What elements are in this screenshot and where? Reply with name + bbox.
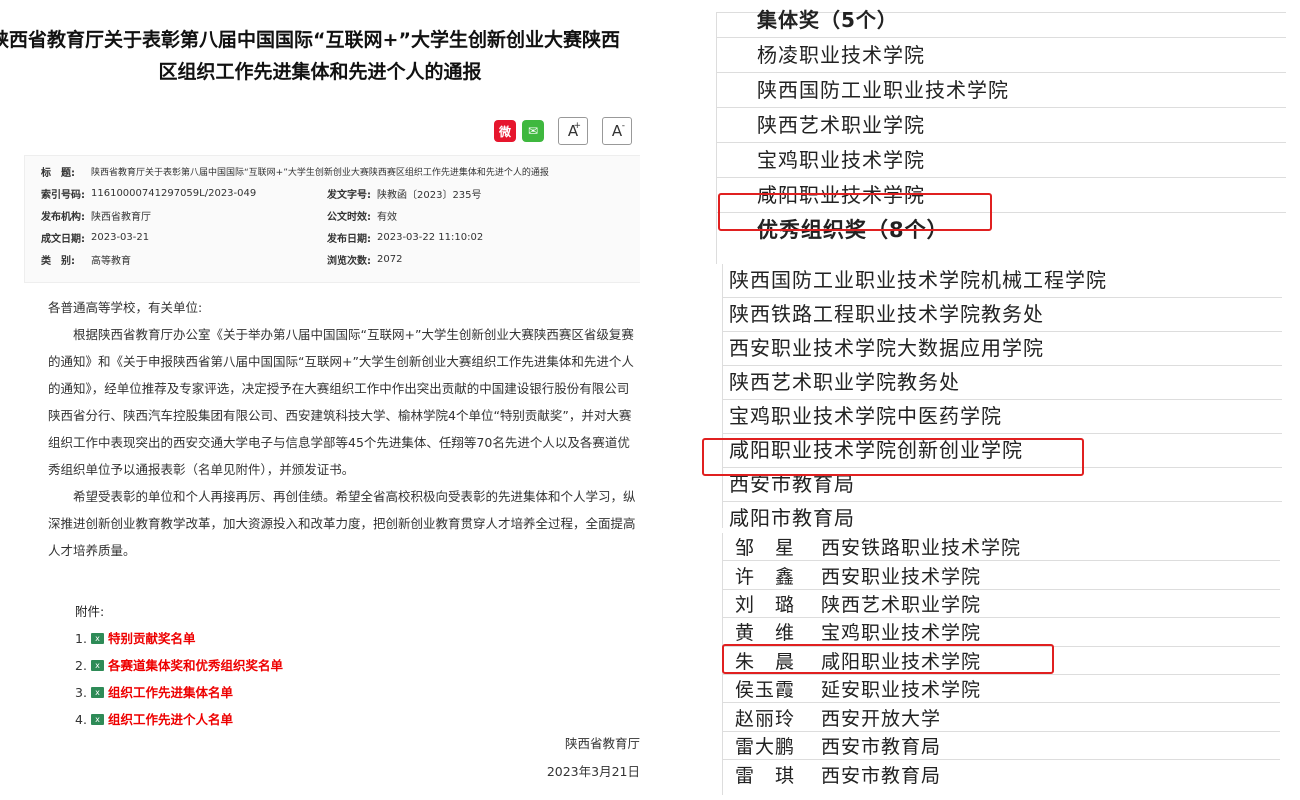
org-award-table: 陕西国防工业职业技术学院机械工程学院 陕西铁路工程职业技术学院教务处 西安职业技… <box>722 264 1282 528</box>
title-line-2: 区组织工作先进集体和先进个人的通报 <box>158 61 482 83</box>
meta-index-label: 索引号码: <box>41 189 85 201</box>
meta-date-label: 成文日期: <box>41 233 85 245</box>
attachments-label: 附件: <box>75 604 105 619</box>
attachment-item[interactable]: 4. x 组织工作先进个人名单 <box>75 706 283 733</box>
group-award-table: 集体奖（5个） 杨凌职业技术学院 陕西国防工业职业技术学院 陕西艺术职业学院 宝… <box>716 8 1286 264</box>
attachment-link[interactable]: 特别贡献奖名单 <box>108 625 196 652</box>
meta-cat-label: 类 别: <box>41 255 75 267</box>
meta-status-value: 有效 <box>377 211 397 223</box>
meta-org-value: 陕西省教育厅 <box>91 211 151 223</box>
table-row: 杨凌职业技术学院 <box>717 38 1286 73</box>
meta-docno-label: 发文字号: <box>327 189 371 201</box>
table-row: 赵丽玲 西安开放大学 <box>723 703 1280 732</box>
page-title: 陕西省教育厅关于表彰第八届中国国际“互联网+”大学生创新创业大赛陕西 区组织工作… <box>0 24 640 88</box>
table-row: 雷大鹏 西安市教育局 <box>723 732 1280 761</box>
paragraph-2: 希望受表彰的单位和个人再接再厉、再创佳绩。希望全省高校积极向受表彰的先进集体和个… <box>48 489 636 558</box>
table-row: 陕西艺术职业学院 <box>717 108 1286 143</box>
table-row: 邹 星西安铁路职业技术学院 <box>723 533 1280 562</box>
meta-pub-label: 发布日期: <box>327 233 371 245</box>
excel-file-icon: x <box>90 660 104 671</box>
sign-date: 2023年3月21日 <box>546 764 640 779</box>
meta-title-value: 陕西省教育厅关于表彰第八届中国国际“互联网+”大学生创新创业大赛陕西赛区组织工作… <box>91 167 549 178</box>
meta-views-label: 浏览次数: <box>327 255 371 267</box>
font-larger-button[interactable]: A + <box>558 117 588 145</box>
document-metadata: 标 题: 陕西省教育厅关于表彰第八届中国国际“互联网+”大学生创新创业大赛陕西赛… <box>24 155 640 283</box>
notice-body: 各普通高等学校，有关单位: 根据陕西省教育厅办公室《关于举办第八届中国国际“互联… <box>48 294 640 564</box>
table-row: 宝鸡职业技术学院中医药学院 <box>723 400 1282 434</box>
table-row: 咸阳职业技术学院创新创业学院 <box>723 434 1282 468</box>
excel-file-icon: x <box>90 633 104 644</box>
meta-pub-value: 2023-03-22 11:10:02 <box>377 231 484 243</box>
meta-index-value: 11610000741297059L/2023-049 <box>91 187 257 199</box>
table-row: 朱 晨咸阳职业技术学院 <box>723 647 1280 675</box>
wechat-share-icon[interactable]: ✉ <box>522 120 544 142</box>
org-award-header: 优秀组织奖（8个） <box>757 218 949 242</box>
title-line-1: 陕西省教育厅关于表彰第八届中国国际“互联网+”大学生创新创业大赛陕西 <box>0 29 620 51</box>
table-row: 宝鸡职业技术学院 <box>717 143 1286 178</box>
excel-file-icon: x <box>90 714 104 725</box>
meta-date-value: 2023-03-21 <box>91 231 150 243</box>
meta-views-value: 2072 <box>377 253 403 265</box>
meta-cat-value: 高等教育 <box>91 255 131 267</box>
meta-title-label: 标 题: <box>41 167 75 179</box>
table-row: 咸阳职业技术学院 <box>717 178 1286 213</box>
attachment-item[interactable]: 3. x 组织工作先进集体名单 <box>75 679 283 706</box>
table-row: 雷 琪西安市教育局 <box>735 764 942 787</box>
group-award-header: 集体奖（5个） <box>757 8 898 32</box>
attachment-item[interactable]: 1. x 特别贡献奖名单 <box>75 625 283 652</box>
table-row: 陕西铁路工程职业技术学院教务处 <box>723 298 1282 332</box>
attachment-link[interactable]: 各赛道集体奖和优秀组织奖名单 <box>108 652 283 679</box>
table-row: 黄 维宝鸡职业技术学院 <box>723 618 1280 647</box>
attachment-link[interactable]: 组织工作先进集体名单 <box>108 679 233 706</box>
meta-status-label: 公文时效: <box>327 211 371 223</box>
weibo-share-icon[interactable]: 微 <box>494 120 516 142</box>
table-row: 侯玉霞 延安职业技术学院 <box>723 675 1280 704</box>
individual-list: 邹 星西安铁路职业技术学院 许 鑫西安职业技术学院 刘 璐陕西艺术职业学院 黄 … <box>722 533 1280 795</box>
table-row: 陕西国防工业职业技术学院机械工程学院 <box>723 264 1282 298</box>
attachments: 附件: 1. x 特别贡献奖名单 2. x 各赛道集体奖和优秀组织奖名单 3. … <box>75 598 283 733</box>
meta-docno-value: 陕教函〔2023〕235号 <box>377 189 482 201</box>
paragraph-1: 根据陕西省教育厅办公室《关于举办第八届中国国际“互联网+”大学生创新创业大赛陕西… <box>48 327 634 477</box>
attachment-item[interactable]: 2. x 各赛道集体奖和优秀组织奖名单 <box>75 652 283 679</box>
toolbar: 微 ✉ A + A- <box>494 117 640 145</box>
sign-org: 陕西省教育厅 <box>564 736 640 751</box>
table-row: 刘 璐陕西艺术职业学院 <box>723 590 1280 619</box>
table-row: 西安职业技术学院大数据应用学院 <box>723 332 1282 366</box>
salutation: 各普通高等学校，有关单位: <box>48 300 203 315</box>
table-row: 西安市教育局 <box>723 468 1282 502</box>
excel-file-icon: x <box>90 687 104 698</box>
signature: 陕西省教育厅 2023年3月21日 <box>340 730 640 786</box>
table-row: 许 鑫西安职业技术学院 <box>723 561 1280 590</box>
notice-page: 陕西省教育厅关于表彰第八届中国国际“互联网+”大学生创新创业大赛陕西 区组织工作… <box>0 0 640 800</box>
table-row: 陕西艺术职业学院教务处 <box>723 366 1282 400</box>
font-smaller-button[interactable]: A- <box>602 117 632 145</box>
table-row: 咸阳市教育局 <box>723 502 1282 528</box>
award-lists: 集体奖（5个） 杨凌职业技术学院 陕西国防工业职业技术学院 陕西艺术职业学院 宝… <box>660 0 1300 800</box>
table-row: 陕西国防工业职业技术学院 <box>717 73 1286 108</box>
attachment-link[interactable]: 组织工作先进个人名单 <box>108 706 233 733</box>
meta-org-label: 发布机构: <box>41 211 85 223</box>
